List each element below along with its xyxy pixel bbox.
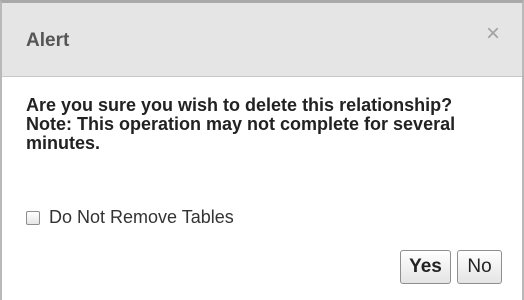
no-button[interactable]: No (457, 250, 502, 284)
do-not-remove-tables-label: Do Not Remove Tables (49, 207, 234, 227)
alert-dialog: Alert × Are you sure you wish to delete … (0, 0, 524, 300)
note-text: Note: This operation may not complete fo… (26, 114, 456, 153)
confirmation-text: Are you sure you wish to delete this rel… (26, 95, 453, 115)
do-not-remove-tables-checkbox[interactable] (26, 210, 40, 225)
dialog-title: Alert (26, 30, 70, 51)
do-not-remove-tables-option[interactable]: Do Not Remove Tables (26, 207, 234, 228)
dialog-titlebar: Alert × (2, 3, 522, 77)
close-icon[interactable]: × (480, 21, 506, 47)
dialog-message: Are you sure you wish to delete this rel… (26, 96, 496, 153)
yes-button[interactable]: Yes (400, 250, 451, 284)
